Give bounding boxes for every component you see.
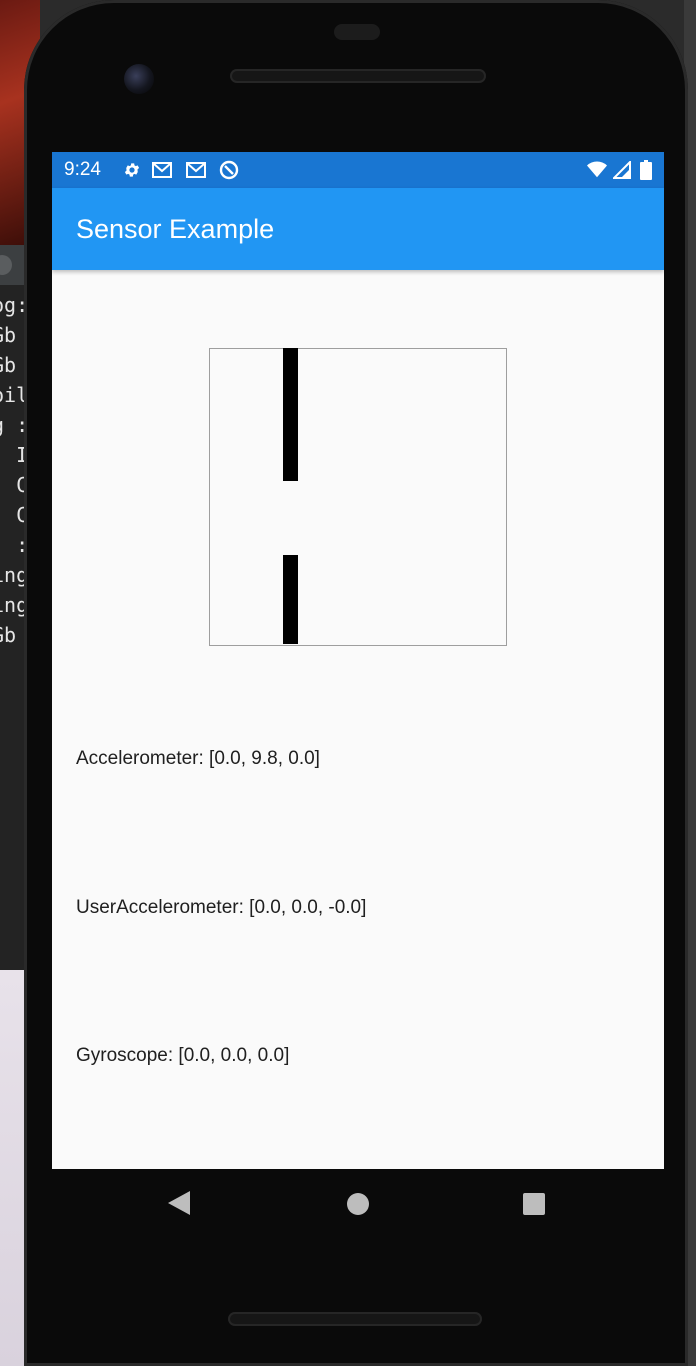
home-icon[interactable] [347, 1193, 369, 1215]
accelerometer-reading: Accelerometer: [0.0, 9.8, 0.0] [76, 748, 320, 769]
snake-segment [283, 377, 298, 393]
at-sign-icon [219, 160, 239, 180]
snake-segment [283, 451, 298, 467]
phone-sensor-notch [334, 24, 380, 40]
snake-segment [283, 466, 298, 482]
earpiece-speaker [230, 69, 486, 83]
snake-segment [283, 614, 298, 630]
cell-signal-icon [612, 160, 632, 180]
snake-segment [283, 599, 298, 615]
snake-segment [283, 392, 298, 408]
app-title: Sensor Example [76, 214, 275, 244]
background-toolbar-button [0, 255, 12, 275]
navigation-bar [52, 1169, 664, 1239]
snake-segment [283, 348, 298, 363]
status-time: 9:24 [64, 159, 101, 180]
status-bar: 9:24 [52, 152, 664, 188]
gyroscope-reading: Gyroscope: [0.0, 0.0, 0.0] [76, 1045, 290, 1066]
snake-segment [283, 362, 298, 378]
front-camera [124, 64, 154, 94]
recents-icon[interactable] [523, 1193, 545, 1215]
settings-icon [122, 160, 142, 180]
snake-game-board [209, 348, 507, 646]
battery-icon [636, 160, 656, 180]
snake-segment [283, 436, 298, 452]
app-bar: Sensor Example [52, 188, 664, 270]
snake-segment [283, 629, 298, 645]
terminal-line: Gb [0, 323, 17, 347]
phone-screen: 9:24 Sensor Example Accelerometer: [0.0,… [52, 152, 664, 1169]
bottom-speaker [228, 1312, 482, 1326]
snake-segment [283, 570, 298, 585]
wifi-icon [587, 160, 607, 180]
gmail-icon [186, 160, 206, 180]
gmail-icon [152, 160, 172, 180]
user-accelerometer-reading: UserAccelerometer: [0.0, 0.0, -0.0] [76, 897, 367, 918]
snake-segment [283, 555, 298, 571]
snake-segment [283, 584, 298, 600]
terminal-line: Gb [0, 353, 17, 377]
back-icon[interactable] [168, 1191, 190, 1215]
terminal-line: Gb [0, 623, 17, 647]
snake-segment [283, 407, 298, 423]
snake-segment [283, 422, 298, 437]
